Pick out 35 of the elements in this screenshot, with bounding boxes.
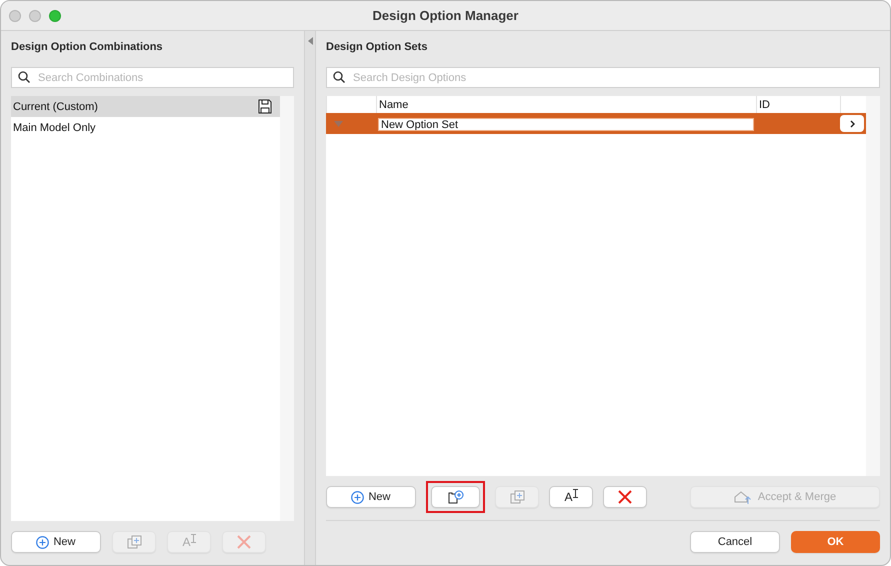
chevron-button[interactable] — [840, 115, 864, 132]
minimize-button[interactable] — [29, 10, 41, 22]
section-title: Design Option Sets — [326, 41, 428, 53]
search-field[interactable]: Search Combinations — [11, 67, 294, 88]
rename-button[interactable]: A — [549, 486, 593, 508]
search-icon — [18, 71, 30, 83]
search-field[interactable]: Search Design Options — [326, 67, 880, 88]
close-button[interactable] — [9, 10, 21, 22]
table-row[interactable]: New Option Set — [326, 113, 866, 134]
text-cursor-icon — [190, 534, 196, 543]
collapse-arrow-icon[interactable] — [308, 37, 312, 45]
plus-circle-icon — [36, 536, 50, 548]
cancel-button[interactable]: Cancel — [690, 531, 780, 553]
chevron-right-icon — [850, 120, 854, 128]
duplicate-icon — [510, 490, 524, 504]
name-field[interactable]: New Option Set — [378, 118, 754, 131]
folder-plus-icon — [448, 490, 464, 504]
search-icon — [333, 71, 345, 83]
save-icon[interactable] — [258, 99, 272, 114]
duplicate-icon — [126, 534, 142, 550]
section-title: Design Option Combinations — [11, 41, 164, 53]
delete-icon — [237, 535, 251, 549]
new-button[interactable]: New — [326, 486, 416, 508]
new-button[interactable]: New — [11, 531, 101, 553]
new-folder-button[interactable] — [431, 486, 480, 508]
scrollbar-track[interactable] — [280, 96, 294, 521]
list-item[interactable]: Current (Custom) — [11, 96, 280, 117]
delete-button[interactable] — [603, 486, 647, 508]
scrollbar-track[interactable] — [866, 96, 880, 476]
text-cursor-icon — [572, 489, 578, 498]
zoom-button[interactable] — [49, 10, 61, 22]
window-title: Design Option Manager — [372, 8, 518, 23]
plus-circle-icon — [351, 490, 364, 504]
disclosure-triangle-icon[interactable] — [334, 120, 343, 128]
delete-icon — [618, 490, 632, 504]
